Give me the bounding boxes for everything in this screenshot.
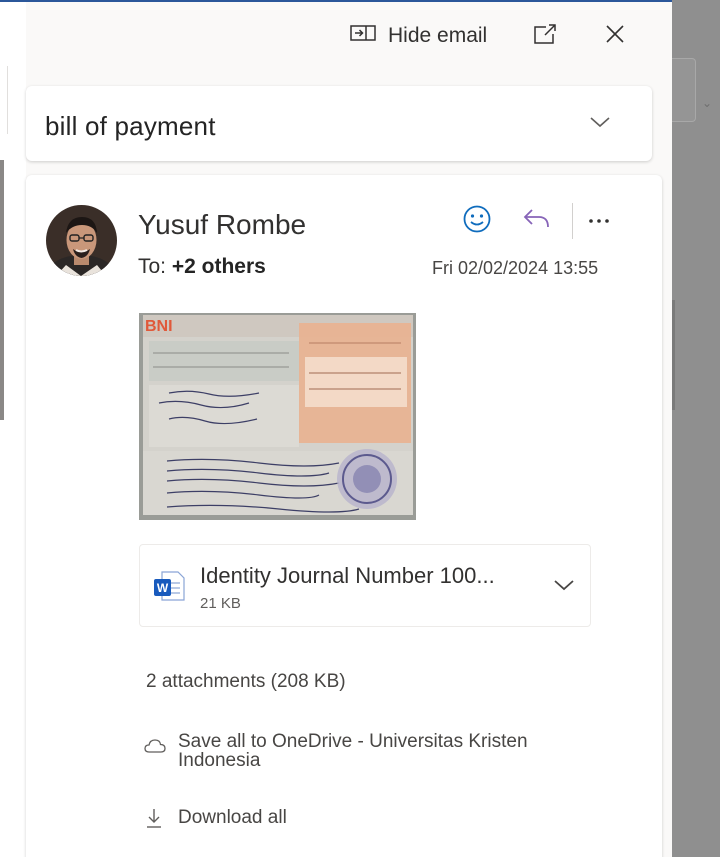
subject-header[interactable]: bill of payment (26, 86, 652, 161)
chevron-down-icon[interactable] (552, 577, 576, 598)
hide-email-button[interactable]: Hide email (350, 22, 487, 50)
recipients-others[interactable]: +2 others (172, 255, 266, 278)
reply-icon (522, 206, 552, 237)
reading-pane-toolbar: Hide email (26, 14, 672, 58)
save-to-onedrive-label: Save all to OneDrive - Universitas Krist… (178, 731, 528, 771)
avatar[interactable] (46, 205, 117, 276)
background-panel (672, 58, 696, 122)
pop-out-icon (532, 23, 558, 50)
close-button[interactable] (600, 22, 630, 50)
attachment-file-size: 21 KB (200, 595, 241, 612)
to-prefix: To: (138, 255, 167, 278)
receipt-image[interactable]: BNI (139, 313, 416, 520)
cloud-icon (144, 738, 166, 759)
attachment-file-name: Identity Journal Number 100... (200, 563, 495, 588)
attachments-count: 2 attachments (208 KB) (146, 671, 346, 692)
actions-divider (572, 203, 573, 239)
close-icon (604, 23, 626, 50)
sender-name[interactable]: Yusuf Rombe (138, 209, 306, 241)
chevron-down-icon[interactable] (588, 114, 612, 135)
emoji-reaction-button[interactable] (460, 203, 494, 239)
email-subject: bill of payment (45, 111, 216, 141)
word-doc-icon: W (152, 569, 186, 608)
recipients-line[interactable]: To: +2 others (138, 255, 266, 279)
accent-strip (0, 0, 26, 2)
download-all-label: Download all (178, 807, 287, 828)
more-options-icon (587, 212, 611, 230)
svg-text:W: W (157, 581, 169, 595)
background-left-pane (0, 0, 26, 857)
attachment-card[interactable]: W Identity Journal Number 100... 21 KB (139, 544, 591, 627)
background-scrollbar (672, 300, 675, 410)
reading-pane: Hide email bill of payment Yusuf Rombe T… (26, 0, 672, 857)
emoji-reaction-icon (462, 204, 492, 239)
pop-out-button[interactable] (530, 22, 560, 50)
svg-text:BNI: BNI (145, 318, 173, 335)
accent-strip (26, 0, 672, 2)
message-card: Yusuf Rombe To: +2 others Fri 02/02/2024… (26, 175, 662, 857)
download-icon (144, 807, 164, 834)
hide-email-label: Hide email (388, 24, 488, 47)
left-pane-edge (0, 66, 8, 134)
background-chevron-icon: ⌄ (702, 96, 713, 110)
reply-button[interactable] (520, 203, 554, 239)
sent-date: Fri 02/02/2024 13:55 (432, 258, 599, 278)
more-options-button[interactable] (582, 203, 616, 239)
left-pane-scrollbar[interactable] (0, 160, 4, 420)
hide-email-icon (350, 24, 376, 48)
background-overlay: ⌄ (672, 0, 720, 857)
